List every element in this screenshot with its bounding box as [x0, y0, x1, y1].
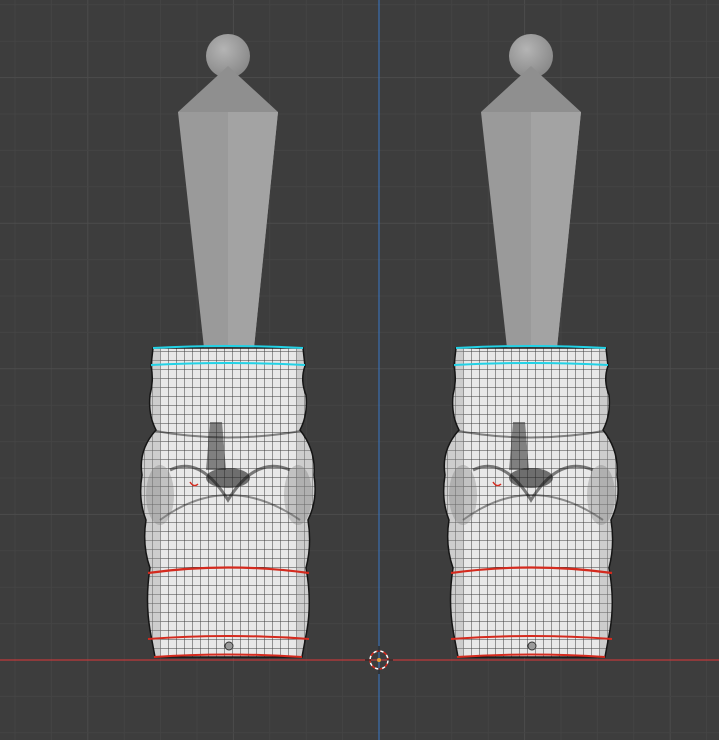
viewport-canvas[interactable]	[0, 0, 719, 740]
3d-viewport[interactable]	[0, 0, 719, 740]
